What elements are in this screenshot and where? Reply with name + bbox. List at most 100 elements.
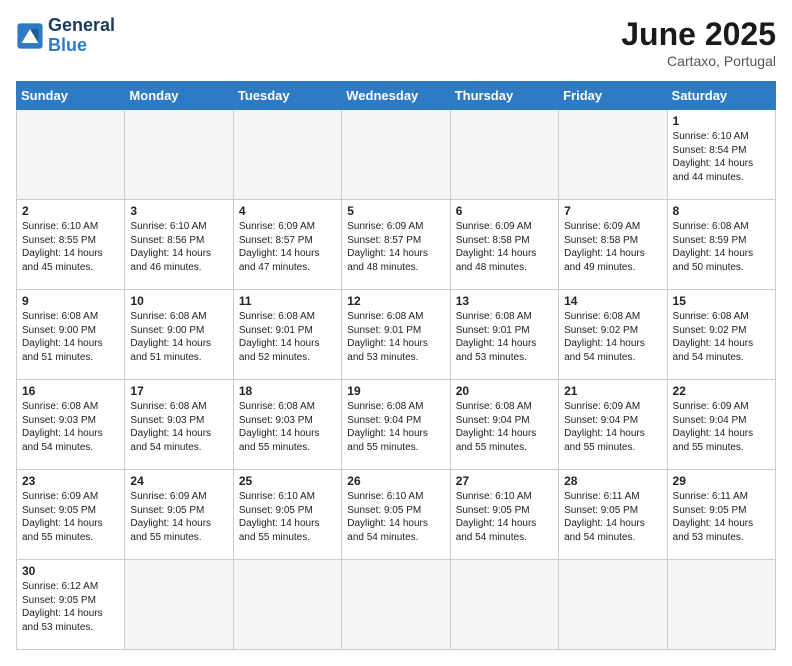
weekday-header: Thursday [450, 82, 558, 110]
calendar-cell: 20 Sunrise: 6:08 AMSunset: 9:04 PMDayligh… [450, 380, 558, 470]
cell-info: Sunrise: 6:10 AMSunset: 8:56 PMDaylight:… [130, 220, 227, 274]
calendar-cell [667, 560, 775, 650]
cell-info: Sunrise: 6:08 AMSunset: 9:03 PMDaylight:… [130, 400, 227, 454]
calendar-cell [559, 110, 667, 200]
calendar-cell: 17 Sunrise: 6:08 AMSunset: 9:03 PMDayligh… [125, 380, 233, 470]
calendar-cell: 5 Sunrise: 6:09 AMSunset: 8:57 PMDaylight… [342, 200, 450, 290]
calendar-table: SundayMondayTuesdayWednesdayThursdayFrid… [16, 81, 776, 650]
logo: GeneralBlue [16, 16, 115, 56]
day-number: 30 [22, 564, 119, 578]
calendar-cell [125, 110, 233, 200]
day-number: 16 [22, 384, 119, 398]
day-number: 6 [456, 204, 553, 218]
calendar-cell: 26 Sunrise: 6:10 AMSunset: 9:05 PMDayligh… [342, 470, 450, 560]
logo-icon [16, 22, 44, 50]
day-number: 4 [239, 204, 336, 218]
weekday-header: Tuesday [233, 82, 341, 110]
day-number: 2 [22, 204, 119, 218]
calendar-week-row: 16 Sunrise: 6:08 AMSunset: 9:03 PMDayligh… [17, 380, 776, 470]
day-number: 12 [347, 294, 444, 308]
weekday-header: Monday [125, 82, 233, 110]
day-number: 15 [673, 294, 770, 308]
calendar-cell [342, 560, 450, 650]
calendar-week-row: 9 Sunrise: 6:08 AMSunset: 9:00 PMDaylight… [17, 290, 776, 380]
calendar-cell: 3Sunrise: 6:10 AMSunset: 8:56 PMDaylight… [125, 200, 233, 290]
calendar-cell: 7Sunrise: 6:09 AMSunset: 8:58 PMDaylight… [559, 200, 667, 290]
cell-info: Sunrise: 6:08 AMSunset: 9:01 PMDaylight:… [347, 310, 444, 364]
day-number: 22 [673, 384, 770, 398]
calendar-cell: 29 Sunrise: 6:11 AMSunset: 9:05 PMDayligh… [667, 470, 775, 560]
location: Cartaxo, Portugal [621, 53, 776, 69]
day-number: 8 [673, 204, 770, 218]
day-number: 29 [673, 474, 770, 488]
day-number: 23 [22, 474, 119, 488]
day-number: 5 [347, 204, 444, 218]
calendar-cell: 12 Sunrise: 6:08 AMSunset: 9:01 PMDayligh… [342, 290, 450, 380]
day-number: 11 [239, 294, 336, 308]
day-number: 18 [239, 384, 336, 398]
calendar-cell: 16Sunrise: 6:08 AMSunset: 9:03 PMDayligh… [17, 380, 125, 470]
cell-info: Sunrise: 6:08 AMSunset: 9:00 PMDaylight:… [130, 310, 227, 364]
day-number: 24 [130, 474, 227, 488]
calendar-cell: 13Sunrise: 6:08 AMSunset: 9:01 PMDayligh… [450, 290, 558, 380]
cell-info: Sunrise: 6:08 AMSunset: 9:03 PMDaylight:… [239, 400, 336, 454]
calendar-cell: 4 Sunrise: 6:09 AMSunset: 8:57 PMDaylight… [233, 200, 341, 290]
calendar-cell: 10 Sunrise: 6:08 AMSunset: 9:00 PMDayligh… [125, 290, 233, 380]
calendar-week-row: 1Sunrise: 6:10 AMSunset: 8:54 PMDaylight… [17, 110, 776, 200]
calendar-cell: 22 Sunrise: 6:09 AMSunset: 9:04 PMDayligh… [667, 380, 775, 470]
calendar-cell: 21 Sunrise: 6:09 AMSunset: 9:04 PMDayligh… [559, 380, 667, 470]
cell-info: Sunrise: 6:10 AMSunset: 9:05 PMDaylight:… [456, 490, 553, 544]
calendar-week-row: 30 Sunrise: 6:12 AMSunset: 9:05 PMDayligh… [17, 560, 776, 650]
day-number: 25 [239, 474, 336, 488]
calendar-cell: 1Sunrise: 6:10 AMSunset: 8:54 PMDaylight… [667, 110, 775, 200]
calendar-cell [450, 110, 558, 200]
calendar-cell: 6Sunrise: 6:09 AMSunset: 8:58 PMDaylight… [450, 200, 558, 290]
calendar-cell: 18 Sunrise: 6:08 AMSunset: 9:03 PMDayligh… [233, 380, 341, 470]
day-number: 19 [347, 384, 444, 398]
weekday-header: Sunday [17, 82, 125, 110]
cell-info: Sunrise: 6:12 AMSunset: 9:05 PMDaylight:… [22, 580, 119, 634]
cell-info: Sunrise: 6:09 AMSunset: 9:04 PMDaylight:… [564, 400, 661, 454]
day-number: 9 [22, 294, 119, 308]
cell-info: Sunrise: 6:10 AMSunset: 9:05 PMDaylight:… [239, 490, 336, 544]
weekday-header: Wednesday [342, 82, 450, 110]
day-number: 21 [564, 384, 661, 398]
cell-info: Sunrise: 6:10 AMSunset: 8:55 PMDaylight:… [22, 220, 119, 274]
month-title: June 2025 [621, 16, 776, 53]
cell-info: Sunrise: 6:10 AMSunset: 9:05 PMDaylight:… [347, 490, 444, 544]
day-number: 26 [347, 474, 444, 488]
day-number: 17 [130, 384, 227, 398]
calendar-cell: 27 Sunrise: 6:10 AMSunset: 9:05 PMDayligh… [450, 470, 558, 560]
cell-info: Sunrise: 6:08 AMSunset: 9:04 PMDaylight:… [456, 400, 553, 454]
day-number: 10 [130, 294, 227, 308]
title-block: June 2025 Cartaxo, Portugal [621, 16, 776, 69]
calendar-cell [450, 560, 558, 650]
day-number: 20 [456, 384, 553, 398]
calendar-cell: 23 Sunrise: 6:09 AMSunset: 9:05 PMDayligh… [17, 470, 125, 560]
cell-info: Sunrise: 6:08 AMSunset: 9:01 PMDaylight:… [239, 310, 336, 364]
cell-info: Sunrise: 6:08 AMSunset: 9:01 PMDaylight:… [456, 310, 553, 364]
day-number: 27 [456, 474, 553, 488]
calendar-week-row: 23 Sunrise: 6:09 AMSunset: 9:05 PMDayligh… [17, 470, 776, 560]
calendar-cell: 25 Sunrise: 6:10 AMSunset: 9:05 PMDayligh… [233, 470, 341, 560]
calendar-cell: 28Sunrise: 6:11 AMSunset: 9:05 PMDayligh… [559, 470, 667, 560]
cell-info: Sunrise: 6:09 AMSunset: 8:57 PMDaylight:… [239, 220, 336, 274]
calendar-cell: 11 Sunrise: 6:08 AMSunset: 9:01 PMDayligh… [233, 290, 341, 380]
day-number: 14 [564, 294, 661, 308]
calendar-cell: 24Sunrise: 6:09 AMSunset: 9:05 PMDayligh… [125, 470, 233, 560]
cell-info: Sunrise: 6:08 AMSunset: 9:02 PMDaylight:… [564, 310, 661, 364]
cell-info: Sunrise: 6:08 AMSunset: 9:02 PMDaylight:… [673, 310, 770, 364]
weekday-header-row: SundayMondayTuesdayWednesdayThursdayFrid… [17, 82, 776, 110]
cell-info: Sunrise: 6:09 AMSunset: 8:57 PMDaylight:… [347, 220, 444, 274]
calendar-week-row: 2 Sunrise: 6:10 AMSunset: 8:55 PMDaylight… [17, 200, 776, 290]
cell-info: Sunrise: 6:09 AMSunset: 9:04 PMDaylight:… [673, 400, 770, 454]
cell-info: Sunrise: 6:09 AMSunset: 9:05 PMDaylight:… [22, 490, 119, 544]
cell-info: Sunrise: 6:08 AMSunset: 8:59 PMDaylight:… [673, 220, 770, 274]
weekday-header: Saturday [667, 82, 775, 110]
cell-info: Sunrise: 6:08 AMSunset: 9:04 PMDaylight:… [347, 400, 444, 454]
logo-text: GeneralBlue [48, 16, 115, 56]
day-number: 7 [564, 204, 661, 218]
calendar-cell: 19 Sunrise: 6:08 AMSunset: 9:04 PMDayligh… [342, 380, 450, 470]
cell-info: Sunrise: 6:08 AMSunset: 9:00 PMDaylight:… [22, 310, 119, 364]
cell-info: Sunrise: 6:11 AMSunset: 9:05 PMDaylight:… [673, 490, 770, 544]
